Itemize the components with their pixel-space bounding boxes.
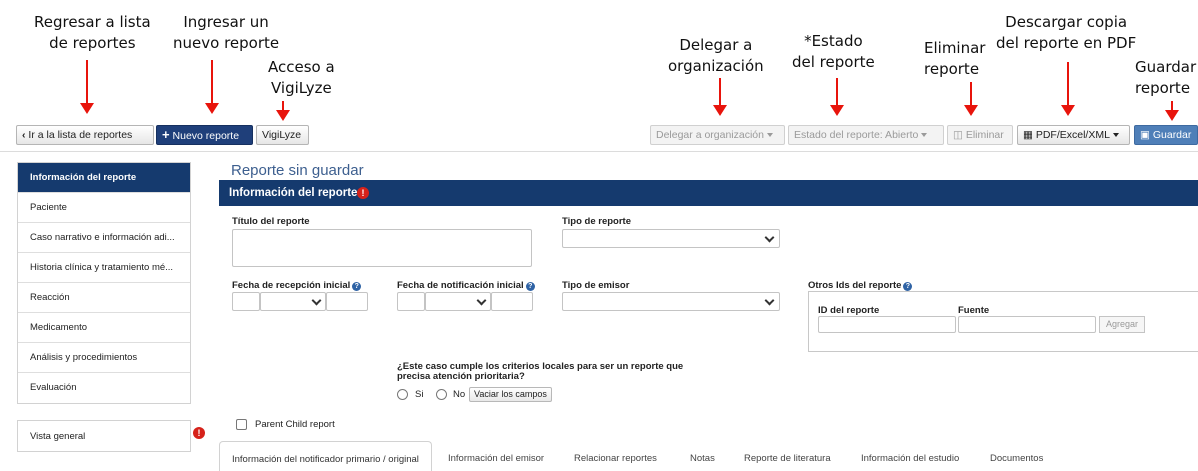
trash-icon: ◫ [953, 129, 963, 141]
info-icon: ? [352, 282, 362, 291]
initial-notification-day-input[interactable] [397, 292, 425, 311]
arrow-vigilyze [276, 101, 290, 121]
chevron-down-icon [476, 295, 487, 306]
initial-receipt-date-label: Fecha de recepción inicial? [232, 280, 362, 291]
annotation-download: Descargar copia del reporte en PDF [996, 13, 1137, 52]
parent-child-checkbox[interactable] [236, 419, 247, 430]
tab-documents[interactable]: Documentos [990, 441, 1043, 471]
arrow-status [830, 78, 844, 116]
sidebar-item-medication[interactable]: Medicamento [18, 313, 190, 343]
plus-icon: + [162, 127, 170, 142]
annotation-save: Guardar reporte [1135, 58, 1197, 97]
report-title-label: Título del reporte [232, 216, 310, 227]
arrow-download [1061, 62, 1075, 116]
add-id-button[interactable]: Agregar [1099, 316, 1146, 333]
chevron-left-icon: ‹ [22, 129, 26, 141]
info-icon: ? [903, 282, 913, 291]
annotation-delegate: Delegar a organización [668, 36, 764, 75]
initial-receipt-day-input[interactable] [232, 292, 260, 311]
sidebar-item-medical-history[interactable]: Historia clínica y tratamiento mé... [18, 253, 190, 283]
alert-icon: ! [357, 187, 369, 199]
delegate-organization-button[interactable]: Delegar a organización [650, 125, 785, 145]
caret-down-icon [766, 133, 773, 138]
initial-receipt-month-select[interactable] [260, 292, 326, 311]
source-input[interactable] [958, 316, 1096, 333]
initial-notification-month-select[interactable] [425, 292, 491, 311]
report-type-select[interactable] [562, 229, 780, 248]
annotation-status: *Estado del reporte [792, 32, 875, 71]
clear-fields-button[interactable]: Vaciar los campos [469, 387, 552, 402]
chevron-down-icon [764, 232, 775, 243]
toolbar-divider [0, 151, 1198, 152]
vigilyze-button[interactable]: VigiLyze [256, 125, 309, 145]
alert-icon: ! [193, 427, 205, 439]
annotation-new-report: Ingresar un nuevo reporte [173, 13, 280, 52]
report-id-label: ID del reporte [818, 305, 880, 316]
chevron-down-icon [311, 295, 322, 306]
sender-type-select[interactable] [562, 292, 780, 311]
initial-notification-date-label: Fecha de notificación inicial? [397, 280, 535, 291]
report-title-input[interactable] [232, 229, 532, 267]
priority-yes-radio[interactable] [397, 389, 408, 400]
report-type-label: Tipo de reporte [562, 216, 631, 227]
info-icon: ? [525, 282, 535, 291]
sidebar-item-overview[interactable]: Vista general [17, 420, 191, 452]
new-report-button[interactable]: + Nuevo reporte [156, 125, 253, 145]
arrow-back [80, 60, 94, 114]
priority-question: ¿Este caso cumple los criterios locales … [397, 362, 684, 382]
report-status-dropdown[interactable]: Estado del reporte: Abierto [788, 125, 944, 145]
arrow-save [1165, 101, 1179, 121]
sidebar-item-tests[interactable]: Análisis y procedimientos [18, 343, 190, 373]
priority-no-radio[interactable] [436, 389, 447, 400]
source-label: Fuente [958, 305, 990, 316]
tab-sender-info[interactable]: Información del emisor [448, 441, 544, 471]
annotation-delete: Eliminar reporte [924, 39, 986, 78]
sidebar-nav: Información del reporte Paciente Caso na… [17, 162, 191, 404]
initial-notification-year-input[interactable] [491, 292, 533, 311]
printer-icon: ▦ [1023, 129, 1033, 141]
other-report-ids-label: Otros Ids del reporte? [808, 280, 913, 291]
tab-literature-report[interactable]: Reporte de literatura [744, 441, 831, 471]
annotation-back: Regresar a lista de reportes [34, 13, 151, 52]
annotation-vigilyze: Acceso a VigiLyze [268, 58, 335, 97]
tab-study-info[interactable]: Información del estudio [861, 441, 959, 471]
sidebar-item-patient[interactable]: Paciente [18, 193, 190, 223]
sidebar-item-report-info[interactable]: Información del reporte [18, 163, 190, 193]
tab-related-reports[interactable]: Relacionar reportes [574, 441, 657, 471]
chevron-down-icon [764, 295, 775, 306]
priority-yes-label: Si [415, 389, 424, 400]
arrow-delegate [713, 78, 727, 116]
arrow-new-report [205, 60, 219, 114]
back-to-list-button[interactable]: ‹ Ir a la lista de reportes [16, 125, 154, 145]
tab-notes[interactable]: Notas [690, 441, 715, 471]
floppy-disk-icon: ▣ [1140, 129, 1150, 141]
sender-type-label: Tipo de emisor [562, 280, 630, 291]
caret-down-icon [1112, 133, 1119, 138]
priority-no-label: No [453, 389, 466, 400]
delete-report-button[interactable]: ◫ Eliminar [947, 125, 1013, 145]
initial-receipt-year-input[interactable] [326, 292, 368, 311]
report-id-input[interactable] [818, 316, 956, 333]
caret-down-icon [921, 133, 928, 138]
sidebar-item-evaluation[interactable]: Evaluación [18, 373, 190, 403]
page-title: Reporte sin guardar [231, 162, 364, 179]
tab-primary-reporter[interactable]: Información del notificador primario / o… [219, 441, 432, 471]
sidebar-item-narrative[interactable]: Caso narrativo e información adi... [18, 223, 190, 253]
arrow-delete [964, 82, 978, 116]
parent-child-label: Parent Child report [255, 419, 335, 430]
export-dropdown-button[interactable]: ▦ PDF/Excel/XML [1017, 125, 1130, 145]
save-report-button[interactable]: ▣ Guardar [1134, 125, 1198, 145]
sidebar-item-reaction[interactable]: Reacción [18, 283, 190, 313]
